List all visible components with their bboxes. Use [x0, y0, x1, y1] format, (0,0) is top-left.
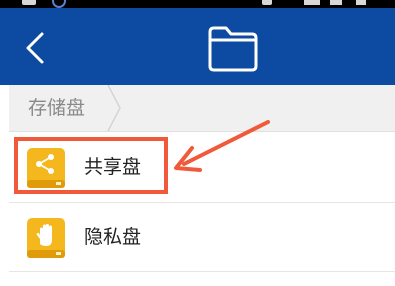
chevron-left-icon — [26, 32, 44, 64]
status-icon — [262, 0, 272, 5]
status-icon — [22, 0, 36, 5]
status-bar — [0, 0, 395, 8]
share-drive-icon — [27, 148, 65, 188]
list-item-shared-drive[interactable]: 共享盘 — [9, 133, 395, 201]
app-header — [0, 8, 395, 85]
list-item-label: 隐私盘 — [84, 226, 142, 248]
status-icon — [356, 0, 366, 5]
back-button[interactable] — [14, 26, 58, 70]
private-drive-icon — [27, 218, 65, 258]
status-icon — [52, 0, 66, 8]
list-item-private-drive[interactable]: 隐私盘 — [9, 202, 395, 272]
breadcrumb: 存储盘 — [9, 85, 395, 132]
folder-icon — [208, 26, 258, 72]
status-icon — [330, 0, 342, 5]
status-icon — [304, 0, 320, 5]
breadcrumb-separator-icon — [107, 85, 121, 131]
list-item-label: 共享盘 — [84, 156, 142, 178]
breadcrumb-item-storage[interactable]: 存储盘 — [9, 85, 115, 131]
